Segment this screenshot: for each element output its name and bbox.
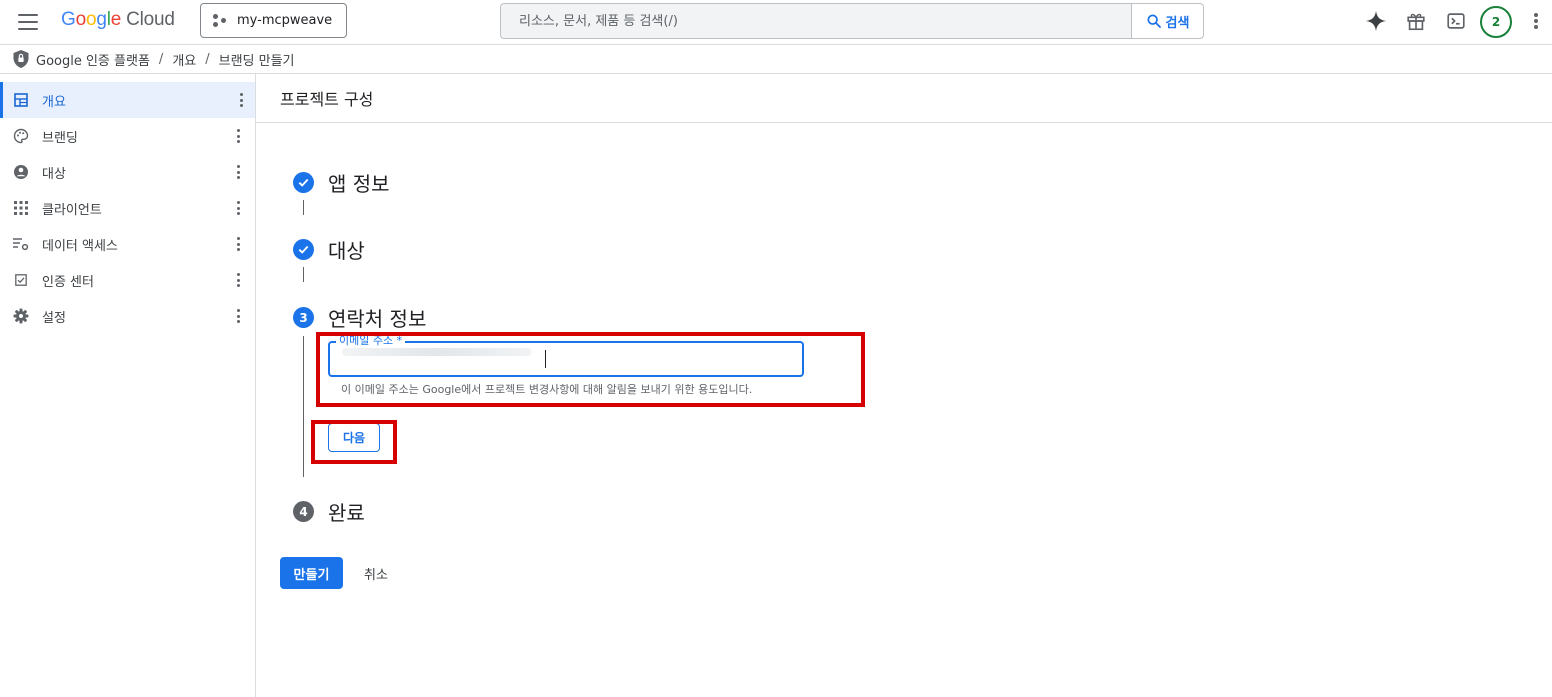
cloud-shell-icon[interactable] xyxy=(1444,9,1468,33)
settings-gear-icon xyxy=(13,308,29,324)
gemini-sparkle-icon[interactable] xyxy=(1364,9,1388,33)
more-vert-icon[interactable] xyxy=(234,201,242,215)
search-button-label: 검색 xyxy=(1165,15,1190,31)
sidebar-item-settings[interactable]: 설정 xyxy=(0,298,255,334)
page-title: 프로젝트 구성 xyxy=(256,74,1552,123)
gift-icon[interactable] xyxy=(1404,9,1428,33)
step-title: 앱 정보 xyxy=(328,172,390,196)
more-vert-icon[interactable] xyxy=(234,273,242,287)
sidebar-item-label: 설정 xyxy=(42,310,66,326)
sidebar: 개요 브랜딩 대상 클라이언트 데이터 액세스 인증 센터 설정 xyxy=(0,74,256,697)
search-bar xyxy=(500,3,1131,39)
step-number-badge: 4 xyxy=(293,501,314,522)
sidebar-item-data-access[interactable]: 데이터 액세스 xyxy=(0,226,255,262)
breadcrumb: Google 인증 플랫폼 / 개요 / 브랜딩 만들기 xyxy=(0,45,1552,74)
more-vert-icon[interactable] xyxy=(237,93,245,107)
breadcrumb-separator: / xyxy=(205,51,210,67)
breadcrumb-item-create-branding: 브랜딩 만들기 xyxy=(218,53,295,69)
step-title: 완료 xyxy=(328,501,365,525)
apps-grid-icon xyxy=(13,200,29,216)
stepper-step-contact-info[interactable]: 3 연락처 정보 xyxy=(293,303,426,332)
top-bar: GoogleCloud my-mcpweave 검색 2 xyxy=(0,0,1552,45)
project-picker-button[interactable]: my-mcpweave xyxy=(200,3,347,38)
sidebar-item-label: 데이터 액세스 xyxy=(42,238,118,254)
search-button[interactable]: 검색 xyxy=(1131,3,1204,39)
google-cloud-logo[interactable]: Google Cloud xyxy=(61,9,175,31)
step-title: 연락처 정보 xyxy=(328,307,427,331)
account-circle-icon xyxy=(13,164,29,180)
check-circle-icon xyxy=(293,172,314,193)
stepper-step-audience[interactable]: 대상 xyxy=(293,235,365,264)
stepper-connector xyxy=(303,200,304,215)
sidebar-item-label: 대상 xyxy=(42,166,66,182)
stepper-step-app-info[interactable]: 앱 정보 xyxy=(293,168,390,197)
stepper-connector xyxy=(303,267,304,282)
stepper-step-finish[interactable]: 4 완료 xyxy=(293,497,365,526)
sidebar-item-verification-center[interactable]: 인증 센터 xyxy=(0,262,255,298)
cancel-button[interactable]: 취소 xyxy=(353,557,399,589)
sidebar-item-clients[interactable]: 클라이언트 xyxy=(0,190,255,226)
account-avatar[interactable]: 2 xyxy=(1480,6,1512,38)
step-title: 대상 xyxy=(328,239,365,263)
dashboard-icon xyxy=(13,92,29,108)
check-circle-icon xyxy=(293,239,314,260)
search-icon xyxy=(1146,14,1161,28)
project-hub-icon xyxy=(213,13,227,28)
stepper-connector xyxy=(303,336,304,477)
sidebar-item-branding[interactable]: 브랜딩 xyxy=(0,118,255,154)
annotation-highlight-email xyxy=(316,332,865,407)
step-number-badge: 3 xyxy=(293,307,314,328)
breadcrumb-item-auth-platform[interactable]: Google 인증 플랫폼 xyxy=(36,50,150,69)
create-button[interactable]: 만들기 xyxy=(280,557,343,589)
sidebar-item-audience[interactable]: 대상 xyxy=(0,154,255,190)
more-vert-icon[interactable] xyxy=(234,309,242,323)
sidebar-item-label: 클라이언트 xyxy=(42,202,102,218)
more-vert-icon[interactable] xyxy=(234,237,242,251)
verified-check-icon xyxy=(13,272,29,288)
more-vert-icon[interactable] xyxy=(234,129,242,143)
annotation-highlight-next xyxy=(311,420,397,464)
menu-icon[interactable] xyxy=(16,11,40,33)
data-access-icon xyxy=(13,236,29,252)
more-vert-icon[interactable] xyxy=(1524,9,1548,33)
sidebar-item-overview[interactable]: 개요 xyxy=(0,82,255,118)
main-content: 프로젝트 구성 앱 정보 대상 3 연락처 정보 이메일 주소 * 이 이메일 … xyxy=(256,74,1552,697)
sidebar-item-label: 인증 센터 xyxy=(42,274,94,290)
breadcrumb-item-overview[interactable]: 개요 xyxy=(172,50,196,69)
sidebar-item-label: 브랜딩 xyxy=(42,130,78,146)
shield-lock-icon xyxy=(13,50,29,68)
more-vert-icon[interactable] xyxy=(234,165,242,179)
breadcrumb-separator: / xyxy=(158,51,164,67)
search-input[interactable] xyxy=(519,13,1099,29)
project-name: my-mcpweave xyxy=(237,13,333,28)
sidebar-item-label: 개요 xyxy=(42,94,66,110)
palette-icon xyxy=(13,128,29,144)
